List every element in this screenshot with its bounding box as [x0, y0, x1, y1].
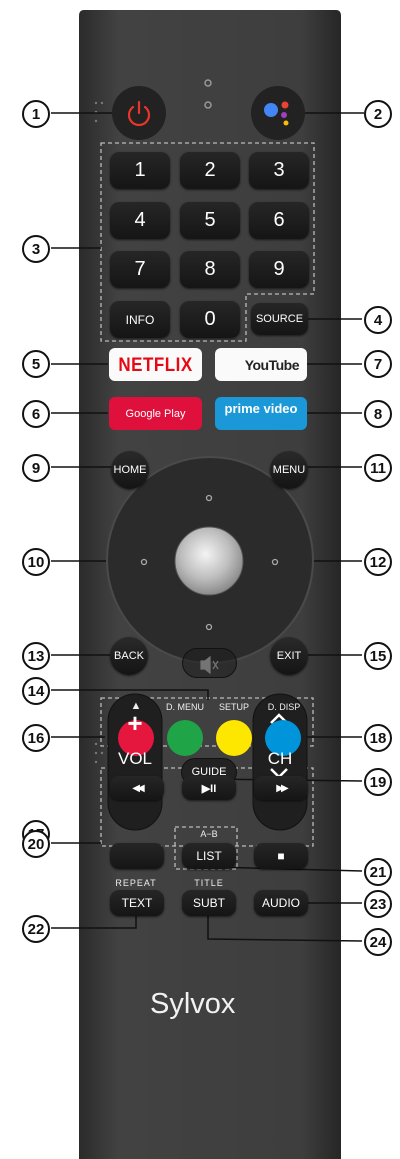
- yellow-key: [216, 720, 252, 756]
- repeat-caption: REPEAT: [115, 878, 157, 888]
- green-key: [167, 720, 203, 756]
- home-button[interactable]: HOME: [111, 451, 149, 489]
- callout-8: 8: [364, 400, 392, 428]
- record-button[interactable]: [110, 843, 164, 869]
- netflix-button[interactable]: NETFLIX: [109, 348, 202, 381]
- setup-caption: SETUP: [218, 702, 249, 712]
- play-pause-button[interactable]: ▶II: [182, 776, 236, 800]
- callout-22: 22: [22, 915, 50, 943]
- callout-1: 1: [22, 100, 50, 128]
- digit-9-button[interactable]: 9: [249, 251, 309, 288]
- source-button[interactable]: SOURCE: [251, 303, 308, 335]
- title-caption: TITLE: [194, 878, 224, 888]
- digit-6-button[interactable]: 6: [249, 202, 309, 239]
- digit-5-button[interactable]: 5: [180, 202, 240, 239]
- digit-3-button[interactable]: 3: [249, 152, 309, 189]
- d-disp-caption: D. DISP: [267, 702, 301, 712]
- youtube-button[interactable]: YouTube: [215, 348, 307, 381]
- fast-forward-button[interactable]: ▶▶: [254, 776, 308, 800]
- eject-caption: ▲: [130, 700, 142, 712]
- netflix-logo-text: NETFLIX: [118, 353, 193, 375]
- callout-18: 18: [364, 724, 392, 752]
- prime-video-text: prime video: [224, 401, 298, 416]
- digit-7-button[interactable]: 7: [110, 251, 170, 288]
- mute-button[interactable]: [182, 648, 237, 678]
- callout-15: 15: [364, 642, 392, 670]
- subtitle-button[interactable]: SUBT: [182, 890, 236, 916]
- callout-10: 10: [22, 548, 50, 576]
- callout-21: 21: [364, 858, 392, 886]
- callout-7: 7: [364, 350, 392, 378]
- callout-14: 14: [22, 677, 50, 705]
- exit-button[interactable]: EXIT: [270, 637, 308, 675]
- vol-label: VOL: [117, 749, 153, 768]
- audio-button[interactable]: AUDIO: [254, 890, 308, 916]
- callout-20: 20: [22, 830, 50, 858]
- ab-caption: A−B: [200, 829, 218, 839]
- ok-button: [174, 526, 244, 596]
- d-menu-caption: D. MENU: [166, 702, 204, 712]
- callout-4: 4: [364, 306, 392, 334]
- callout-12: 12: [364, 548, 392, 576]
- google-play-button[interactable]: Google Play: [109, 397, 202, 430]
- back-button[interactable]: BACK: [110, 637, 148, 675]
- callout-2: 2: [364, 100, 392, 128]
- callout-11: 11: [364, 454, 392, 482]
- digit-8-button[interactable]: 8: [180, 251, 240, 288]
- digit-4-button[interactable]: 4: [110, 202, 170, 239]
- vol-up-button[interactable]: +: [118, 708, 152, 738]
- callout-6: 6: [22, 400, 50, 428]
- callout-9: 9: [22, 454, 50, 482]
- callout-23: 23: [364, 890, 392, 918]
- menu-button[interactable]: MENU: [270, 451, 308, 489]
- info-button[interactable]: INFO: [110, 301, 170, 338]
- prime-video-button[interactable]: prime video: [215, 397, 307, 430]
- callout-5: 5: [22, 350, 50, 378]
- rewind-button[interactable]: ◀◀: [110, 776, 164, 800]
- digit-2-button[interactable]: 2: [180, 152, 240, 189]
- digit-1-button[interactable]: 1: [110, 152, 170, 189]
- callout-24: 24: [364, 928, 392, 956]
- digit-0-button[interactable]: 0: [180, 301, 240, 338]
- callout-16: 16: [22, 724, 50, 752]
- stop-button[interactable]: ■: [254, 843, 308, 869]
- assistant-button: [251, 86, 305, 140]
- callout-19: 19: [364, 768, 392, 796]
- callout-3: 3: [22, 235, 50, 263]
- list-button[interactable]: LIST: [182, 843, 236, 869]
- callout-13: 13: [22, 642, 50, 670]
- google-play-text: Google Play: [125, 407, 186, 420]
- brand-logo: Sylvox: [150, 988, 236, 1020]
- youtube-logo-text: YouTube: [244, 356, 300, 373]
- text-button[interactable]: TEXT: [110, 890, 164, 916]
